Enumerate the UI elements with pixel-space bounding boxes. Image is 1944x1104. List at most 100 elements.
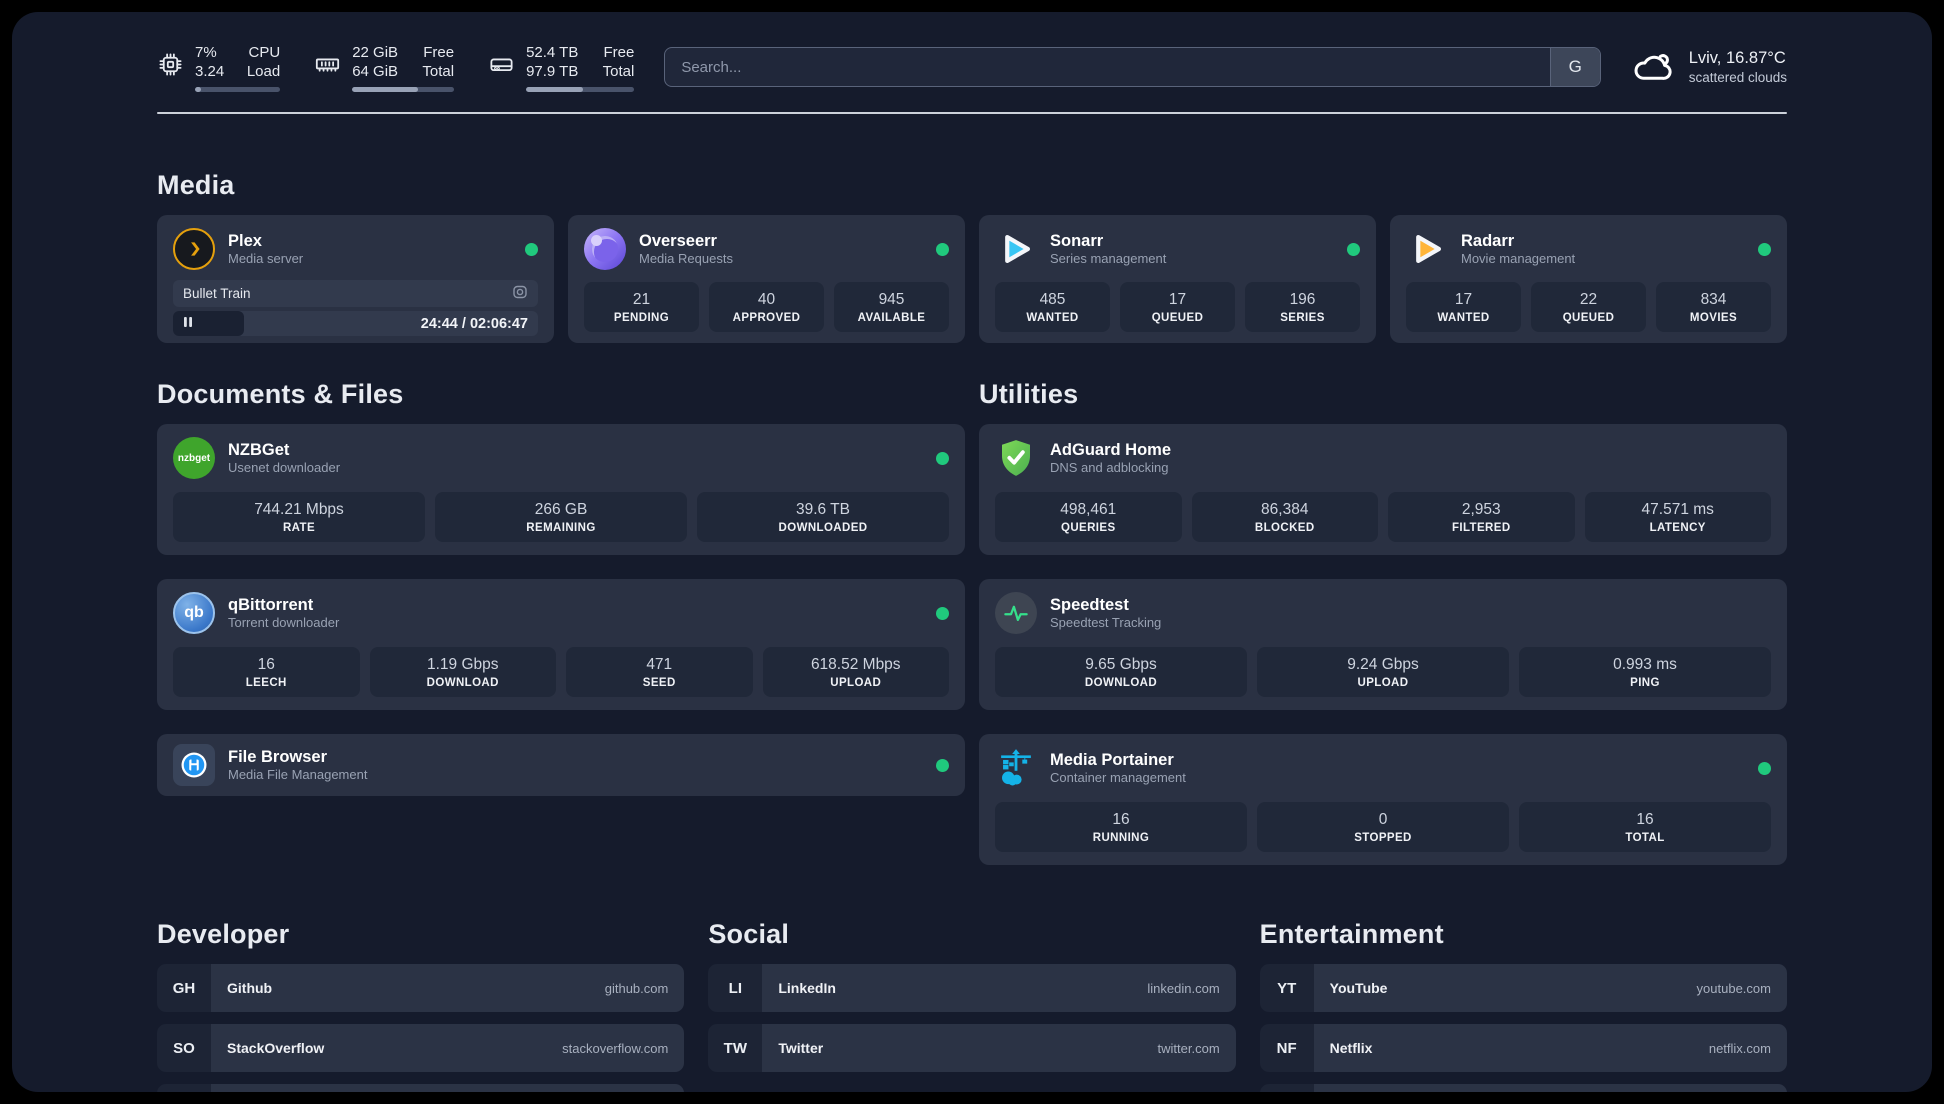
- bookmark-url: netflix.com: [1708, 1040, 1771, 1056]
- bookmark-linkedin[interactable]: LI LinkedIn linkedin.com: [708, 964, 1236, 1012]
- now-playing-title: Bullet Train: [183, 286, 251, 301]
- playback-elapsed-fill: [173, 311, 245, 336]
- stat-value: 17: [1454, 291, 1473, 308]
- plex-icon: [173, 228, 215, 270]
- bookmark-url: linkedin.com: [1147, 980, 1220, 996]
- bookmark-netflix[interactable]: NF Netflix netflix.com: [1259, 1024, 1787, 1072]
- bookmark-url: stackoverflow.com: [562, 1040, 669, 1056]
- stat-value: 39.6 TB: [795, 501, 850, 518]
- header-bar: 7% 3.24 CPU Load 22 GiB 64 GiB Free Tota…: [157, 38, 1787, 96]
- stat-label: WANTED: [1437, 312, 1490, 324]
- nzbget-stats: 744.21 Mbps RATE 266 GB REMAINING 39.6 T…: [173, 492, 949, 542]
- nzbget-card[interactable]: nzbget NZBGet Usenet downloader 744.21 M…: [157, 424, 965, 555]
- weather-location-temp: Lviv, 16.87°C: [1688, 49, 1786, 67]
- stat-label: APPROVED: [732, 312, 801, 324]
- qbittorrent-title: qBittorrent: [228, 595, 314, 614]
- cpu-progress-fill: [195, 86, 201, 92]
- filebrowser-card[interactable]: File Browser Media File Management: [157, 734, 965, 796]
- stat-value: 0.993 ms: [1613, 656, 1677, 673]
- qbittorrent-card[interactable]: qb qBittorrent Torrent downloader 16 LEE…: [157, 579, 965, 710]
- bookmark-abbr: DT: [157, 1084, 211, 1092]
- stat-value: 16: [1112, 811, 1130, 828]
- bookmark-abbr: TW: [708, 1024, 763, 1072]
- bookmark-github[interactable]: GH Github github.com: [157, 964, 685, 1012]
- stat-tile: 1.19 Gbps DOWNLOAD: [369, 647, 556, 697]
- stat-label: QUEUED: [1562, 312, 1615, 324]
- stat-value: 2,953: [1461, 501, 1501, 518]
- memory-icon: [314, 51, 341, 83]
- sonarr-icon: [995, 228, 1037, 270]
- bookmark-abbr: SO: [157, 1024, 211, 1072]
- stat-value: 1.19 Gbps: [426, 656, 499, 673]
- radarr-card[interactable]: Radarr Movie management 17 WANTED 22 QUE…: [1390, 215, 1787, 343]
- overseerr-status-indicator: [936, 242, 949, 256]
- speedtest-card[interactable]: Speedtest Speedtest Tracking 9.65 Gbps D…: [979, 579, 1787, 710]
- stat-label: UPLOAD: [1357, 677, 1409, 689]
- stat-tile: 945 AVAILABLE: [834, 282, 949, 332]
- sonarr-subtitle: Series management: [1050, 251, 1167, 267]
- stat-tile: 471 SEED: [566, 647, 753, 697]
- stat-tile: 485 WANTED: [995, 282, 1110, 332]
- search-input[interactable]: [665, 48, 1550, 86]
- documents-column: nzbget NZBGet Usenet downloader 744.21 M…: [157, 424, 965, 796]
- stat-value: 945: [878, 291, 905, 308]
- bookmark-abbr: RE: [1259, 1084, 1314, 1092]
- stat-tile: 618.52 Mbps UPLOAD: [762, 647, 949, 697]
- radarr-stats: 17 WANTED 22 QUEUED 834 MOVIES: [1406, 282, 1771, 332]
- portainer-card[interactable]: Media Portainer Container management 16 …: [979, 734, 1787, 865]
- section-heading-documents: Documents & Files: [157, 379, 404, 409]
- overseerr-icon: [584, 228, 626, 270]
- stat-value: 47.571 ms: [1641, 501, 1714, 518]
- search-provider-button[interactable]: G: [1549, 48, 1600, 86]
- bookmark-url: github.com: [604, 980, 669, 996]
- disk-free-label: Free: [603, 43, 635, 61]
- plex-card[interactable]: Plex Media server Bullet Train 24:44 / 0…: [157, 215, 554, 343]
- nzbget-title: NZBGet: [228, 440, 290, 459]
- memory-total-label: Total: [422, 63, 455, 80]
- bookmark-twitter[interactable]: TW Twitter twitter.com: [708, 1024, 1236, 1072]
- stat-label: QUEUED: [1151, 312, 1204, 324]
- speedtest-title: Speedtest: [1050, 595, 1129, 614]
- disk-progress-fill: [526, 86, 584, 92]
- stat-value: 16: [257, 656, 275, 673]
- plex-header: Plex Media server: [173, 228, 538, 270]
- stat-label: FILTERED: [1451, 522, 1511, 534]
- portainer-subtitle: Container management: [1050, 770, 1186, 786]
- bookmark-youtube[interactable]: YT YouTube youtube.com: [1259, 964, 1787, 1012]
- memory-stat: 22 GiB 64 GiB Free Total: [314, 43, 455, 92]
- qbittorrent-status-indicator: [936, 606, 949, 620]
- portainer-icon: [995, 747, 1037, 789]
- adguard-stats: 498,461 QUERIES 86,384 BLOCKED 2,953 FIL…: [995, 492, 1771, 542]
- stat-label: DOWNLOAD: [1084, 677, 1158, 689]
- disk-total-label: Total: [602, 63, 635, 80]
- stat-value: 22: [1579, 291, 1598, 308]
- bookmark-stackoverflow[interactable]: SO StackOverflow stackoverflow.com: [157, 1024, 685, 1072]
- stat-tile: 86,384 BLOCKED: [1191, 492, 1378, 542]
- stat-tile: 17 WANTED: [1406, 282, 1521, 332]
- disk-total-value: 97.9 TB: [526, 63, 579, 80]
- stat-label: REMAINING: [526, 522, 596, 534]
- radarr-icon: [1406, 228, 1448, 270]
- stat-label: LATENCY: [1649, 522, 1706, 534]
- stat-value: 17: [1168, 291, 1187, 308]
- qbittorrent-header: qb qBittorrent Torrent downloader: [173, 592, 949, 634]
- bookmark-reddit[interactable]: RE Reddit reddit.com: [1259, 1084, 1787, 1092]
- sonarr-card[interactable]: Sonarr Series management 485 WANTED 17 Q…: [979, 215, 1376, 343]
- playback-time: 24:44 / 02:06:47: [420, 315, 528, 332]
- stat-tile: 498,461 QUERIES: [995, 492, 1182, 542]
- filebrowser-title: File Browser: [228, 747, 328, 766]
- adguard-card[interactable]: AdGuard Home DNS and adblocking 498,461 …: [979, 424, 1787, 555]
- cpu-load-label: Load: [246, 63, 281, 80]
- radarr-header: Radarr Movie management: [1406, 228, 1771, 270]
- stat-label: DOWNLOADED: [778, 522, 868, 534]
- overseerr-card[interactable]: Overseerr Media Requests 21 PENDING 40 A…: [568, 215, 965, 343]
- stat-value: 0: [1378, 811, 1388, 828]
- memory-progress-bar: [352, 86, 455, 92]
- cpu-percent: 7%: [195, 43, 217, 61]
- stat-label: RUNNING: [1092, 832, 1150, 844]
- qbittorrent-stats: 16 LEECH 1.19 Gbps DOWNLOAD 471 SEED 618…: [173, 647, 949, 697]
- stat-value: 86,384: [1261, 501, 1309, 518]
- weather-widget: Lviv, 16.87°C scattered clouds: [1631, 45, 1787, 90]
- bookmarks-section: Developer Social Entertainment GH Github…: [157, 919, 1787, 1092]
- bookmark-dev[interactable]: DT DEV dev.to: [157, 1084, 685, 1092]
